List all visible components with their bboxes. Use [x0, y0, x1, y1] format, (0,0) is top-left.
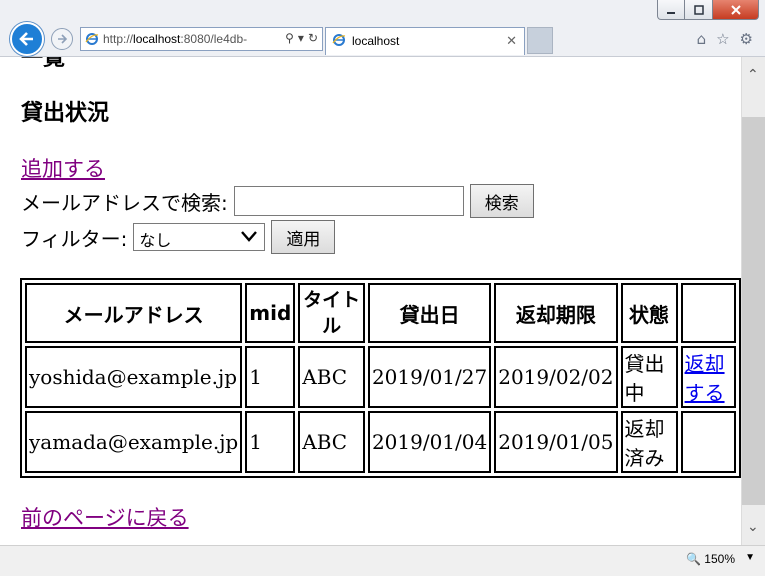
table-row: yamada@example.jp 1 ABC 2019/01/04 2019/… — [25, 411, 736, 473]
window-controls — [657, 0, 759, 20]
cell-loan-date: 2019/01/04 — [367, 411, 492, 473]
cell-action: 返却する — [680, 346, 736, 408]
dropdown-icon[interactable]: ▾ — [298, 31, 304, 45]
cell-title: ABC — [298, 411, 365, 473]
minimize-icon — [667, 11, 675, 14]
loan-table: メールアドレス mid タイトル 貸出日 返却期限 状態 yoshida@exa… — [20, 278, 741, 478]
cell-email: yamada@example.jp — [25, 411, 243, 473]
table-header-row: メールアドレス mid タイトル 貸出日 返却期限 状態 — [25, 283, 736, 343]
scroll-thumb[interactable] — [742, 117, 765, 505]
search-label: メールアドレスで検索: — [21, 190, 228, 215]
back-button[interactable] — [10, 22, 44, 56]
cell-title: ABC — [298, 346, 365, 408]
browser-chrome: http://localhost:8080/le4db- ⚲ ▾ ↻ local… — [0, 0, 765, 57]
header-title: タイトル — [298, 283, 365, 343]
settings-gear-icon[interactable]: ⚙ — [740, 30, 753, 48]
search-button[interactable]: 検索 — [469, 184, 534, 218]
cell-action — [680, 411, 736, 473]
ie-icon — [85, 33, 99, 45]
tab-title: localhost — [352, 34, 400, 48]
header-email: メールアドレス — [25, 283, 243, 343]
chevron-down-icon — [241, 231, 258, 242]
ie-icon — [332, 34, 346, 46]
email-search-input[interactable] — [233, 186, 464, 216]
zoom-icon: 🔍 — [686, 552, 702, 566]
back-link[interactable]: 前のページに戻る — [21, 502, 189, 532]
arrow-right-icon — [58, 34, 68, 44]
close-window-button[interactable] — [713, 0, 759, 20]
zoom-dropdown-icon[interactable]: ▼ — [745, 552, 755, 563]
page-viewport: 一覧 貸出状況 追加する メールアドレスで検索: 検索 フィルター: なし 適用… — [0, 57, 741, 545]
vertical-scrollbar[interactable]: ⌃ ⌄ — [741, 57, 765, 545]
cell-due-date: 2019/01/05 — [494, 411, 618, 473]
cell-loan-date: 2019/01/27 — [367, 346, 492, 408]
header-action — [680, 283, 736, 343]
scroll-up-icon[interactable]: ⌃ — [747, 67, 759, 83]
filter-selected-value: なし — [139, 231, 172, 250]
url-text: http://localhost:8080/le4db- — [103, 32, 248, 46]
header-loan-date: 貸出日 — [367, 283, 492, 343]
cell-status: 貸出中 — [620, 346, 678, 408]
home-icon[interactable]: ⌂ — [697, 30, 707, 48]
header-due-date: 返却期限 — [494, 283, 618, 343]
filter-select[interactable]: なし — [133, 223, 266, 251]
page-title-partial: 一覧 — [21, 57, 66, 71]
new-tab-button[interactable] — [527, 27, 553, 54]
favorites-star-icon[interactable]: ☆ — [716, 30, 729, 48]
status-bar: 🔍 150% ▼ — [0, 545, 765, 576]
add-link[interactable]: 追加する — [21, 153, 105, 183]
zoom-level: 150% — [704, 552, 735, 566]
close-icon — [730, 4, 741, 15]
table-row: yoshida@example.jp 1 ABC 2019/01/27 2019… — [25, 346, 736, 408]
apply-button[interactable]: 適用 — [271, 220, 336, 254]
search-icon[interactable]: ⚲ — [285, 31, 294, 45]
maximize-icon — [693, 4, 704, 15]
address-bar[interactable]: http://localhost:8080/le4db- ⚲ ▾ ↻ — [80, 27, 323, 51]
tab-localhost[interactable]: localhost ✕ — [325, 27, 525, 55]
header-mid: mid — [245, 283, 296, 343]
refresh-icon[interactable]: ↻ — [308, 31, 318, 45]
tab-close-icon[interactable]: ✕ — [506, 33, 517, 49]
minimize-button[interactable] — [657, 0, 685, 20]
zoom-control[interactable]: 🔍 150% — [686, 552, 735, 566]
maximize-button[interactable] — [685, 0, 713, 20]
return-link[interactable]: 返却する — [685, 352, 725, 405]
cell-mid: 1 — [245, 346, 296, 408]
filter-form: フィルター: なし 適用 — [21, 220, 336, 254]
cell-mid: 1 — [245, 411, 296, 473]
scroll-down-icon[interactable]: ⌄ — [747, 519, 759, 535]
cell-email: yoshida@example.jp — [25, 346, 243, 408]
header-status: 状態 — [620, 283, 678, 343]
cell-due-date: 2019/02/02 — [494, 346, 618, 408]
arrow-left-icon — [19, 32, 33, 46]
cell-status: 返却済み — [620, 411, 678, 473]
page-heading: 貸出状況 — [21, 101, 110, 126]
forward-button[interactable] — [51, 28, 73, 50]
filter-label: フィルター: — [21, 226, 128, 251]
search-form: メールアドレスで検索: 検索 — [21, 184, 534, 218]
